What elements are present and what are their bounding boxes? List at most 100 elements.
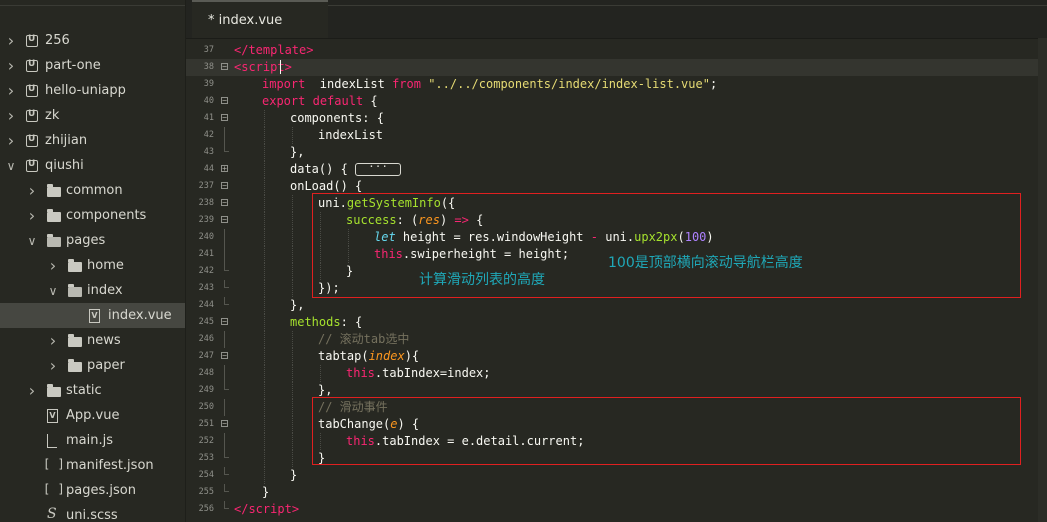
tree-item-label: index.vue [108, 308, 172, 323]
chevron-right-icon[interactable]: › [6, 56, 16, 75]
line-number: 254 [198, 470, 214, 480]
chevron-right-icon[interactable]: › [6, 106, 16, 125]
code-line[interactable]: 247− tabtap(index){ [186, 348, 1038, 365]
chevron-right-icon[interactable]: › [48, 256, 58, 275]
collapse-fold-icon[interactable]: − [221, 199, 228, 207]
collapse-fold-icon[interactable]: − [221, 318, 228, 326]
tree-item[interactable]: ∨ index [0, 278, 185, 303]
code-line[interactable]: 245− methods: { [186, 314, 1038, 331]
code-text: }, [290, 298, 305, 312]
code-line[interactable]: 37 </template> [186, 42, 1038, 59]
tree-item[interactable]: V App.vue [0, 403, 185, 428]
tree-item[interactable]: › components [0, 203, 185, 228]
folder-open-icon [68, 284, 82, 297]
tree-item[interactable]: › hello-uniapp [0, 78, 185, 103]
tree-item[interactable]: › zk [0, 103, 185, 128]
indent-guide [264, 297, 265, 314]
code-area[interactable]: 37 </template> 38− <script> 39 import indexLi… [186, 38, 1038, 522]
chevron-right-icon[interactable]: › [6, 81, 16, 100]
collapse-fold-icon[interactable]: − [221, 420, 228, 428]
tree-item[interactable]: › paper [0, 353, 185, 378]
tree-item[interactable]: › news [0, 328, 185, 353]
fold-end-marker [224, 382, 229, 390]
tree-item[interactable]: [ ] pages.json [0, 478, 185, 503]
line-number: 250 [198, 402, 214, 412]
tree-item[interactable]: Vindex.vue [0, 303, 185, 328]
expand-fold-icon[interactable]: + [221, 165, 228, 173]
code-line[interactable]: 44 + data() { ··· [186, 161, 1038, 178]
code-line[interactable]: 40− export default { [186, 93, 1038, 110]
indent-guide [292, 229, 293, 246]
project-icon [26, 59, 38, 72]
tree-item[interactable]: Suni.scss [0, 503, 185, 522]
fold-guide [224, 246, 225, 263]
json-file-icon: [ ] [43, 482, 65, 496]
code-line[interactable]: 244}, [186, 297, 1038, 314]
fold-guide [224, 229, 225, 246]
line-number: 240 [198, 232, 214, 242]
indent-guide [264, 229, 265, 246]
chevron-right-icon[interactable]: › [48, 356, 58, 375]
indent-guide [292, 280, 293, 297]
tree-item[interactable]: › common [0, 178, 185, 203]
code-line[interactable]: 254} [186, 467, 1038, 484]
code-text: } [262, 485, 270, 499]
tree-item[interactable]: › static [0, 378, 185, 403]
line-number: 241 [198, 249, 214, 259]
chevron-right-icon[interactable]: › [6, 131, 16, 150]
code-text: this.tabIndex=index; [346, 366, 491, 380]
code-line[interactable]: 42 indexList [186, 127, 1038, 144]
tree-item-label: App.vue [66, 408, 120, 423]
tree-item[interactable]: ∨ pages [0, 228, 185, 253]
project-icon [26, 34, 38, 47]
code-line[interactable]: 39 import indexList from "../../component… [186, 76, 1038, 93]
code-line[interactable]: 41− components: { [186, 110, 1038, 127]
collapse-fold-icon[interactable]: − [221, 114, 228, 122]
tree-item[interactable]: [ ] manifest.json [0, 453, 185, 478]
tree-item[interactable]: › part-one [0, 53, 185, 78]
chevron-down-icon[interactable]: ∨ [27, 234, 37, 248]
indent-guide [264, 433, 265, 450]
fold-guide [224, 433, 225, 450]
tab-index-vue[interactable]: * index.vue [192, 0, 328, 38]
folder-open-icon [47, 234, 61, 247]
tree-item[interactable]: main.js [0, 428, 185, 453]
indent-guide [264, 195, 265, 212]
tree-item-label: main.js [66, 433, 113, 448]
line-number: 41 [203, 113, 214, 123]
chevron-right-icon[interactable]: › [27, 206, 37, 225]
collapse-fold-icon[interactable]: − [221, 352, 228, 360]
code-text: import indexList from "../../components/… [262, 77, 718, 91]
collapse-fold-icon[interactable]: − [221, 97, 228, 105]
fold-end-marker [224, 280, 229, 288]
collapse-fold-icon[interactable]: − [221, 182, 228, 190]
chevron-right-icon[interactable]: › [27, 381, 37, 400]
fold-end-marker [224, 450, 229, 458]
tree-item[interactable]: ∨ qiushi [0, 153, 185, 178]
collapse-fold-icon[interactable]: − [221, 216, 228, 224]
indent-guide [264, 382, 265, 399]
indent-guide [292, 382, 293, 399]
collapse-fold-icon[interactable]: − [221, 63, 228, 71]
fold-guide [224, 365, 225, 382]
code-line[interactable]: 256 </script> [186, 501, 1038, 518]
code-line[interactable]: 255} [186, 484, 1038, 501]
code-line[interactable]: 38− <script> [186, 59, 1038, 76]
vertical-scrollbar[interactable] [1038, 38, 1047, 522]
chevron-right-icon[interactable]: › [6, 31, 16, 50]
code-line[interactable]: 43}, [186, 144, 1038, 161]
chevron-right-icon[interactable]: › [27, 181, 37, 200]
tree-item[interactable]: › 256 [0, 28, 185, 53]
scss-file-icon: S [47, 506, 57, 522]
project-icon [26, 84, 38, 97]
tree-item-label: uni.scss [66, 508, 118, 522]
tree-item[interactable]: › zhijian [0, 128, 185, 153]
chevron-down-icon[interactable]: ∨ [48, 284, 58, 298]
code-line[interactable]: 246 // 滚动tab选中 [186, 331, 1038, 348]
chevron-right-icon[interactable]: › [48, 331, 58, 350]
tree-item[interactable]: › home [0, 253, 185, 278]
annotation-box-tabchange [312, 397, 1021, 465]
chevron-down-icon[interactable]: ∨ [6, 159, 16, 173]
folded-block-badge[interactable]: ··· [355, 161, 402, 176]
code-line[interactable]: 248 this.tabIndex=index; [186, 365, 1038, 382]
